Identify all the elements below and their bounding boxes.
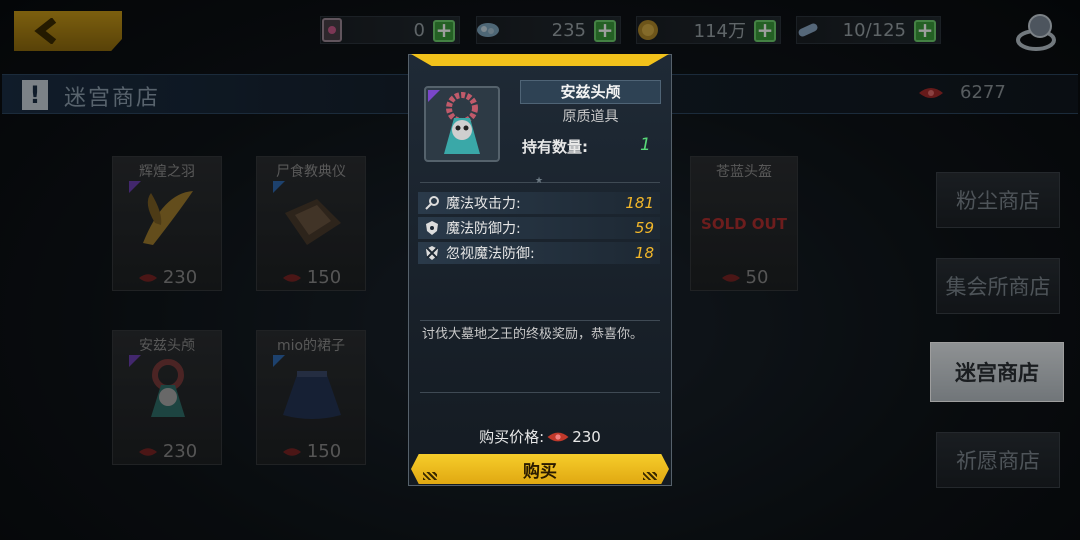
hold-count-value: 1 — [640, 135, 651, 155]
popup-item-type: 原质道具 — [562, 109, 619, 125]
button-stripe — [423, 472, 437, 480]
stat-row-magic-defense: 魔法防御力: 59 — [418, 217, 660, 239]
magic-defense-icon — [426, 221, 438, 235]
popup-top-trim — [411, 54, 669, 66]
ignore-magic-defense-icon — [426, 246, 438, 260]
buy-button[interactable]: 购买 — [411, 454, 669, 484]
divider — [420, 320, 660, 321]
button-stripe — [643, 472, 657, 480]
hold-count-label: 持有数量: — [522, 138, 588, 156]
purchase-price: 购买价格: 230 — [479, 427, 601, 447]
stat-row-magic-attack: 魔法攻击力: 181 — [418, 192, 660, 214]
stat-row-ignore-magic-defense: 忽视魔法防御: 18 — [418, 242, 660, 264]
item-description: 讨伐大墓地之王的终极奖励，恭喜你。 — [422, 327, 644, 342]
maze-currency-icon — [547, 432, 569, 441]
divider — [420, 392, 660, 393]
magic-attack-icon — [425, 196, 439, 210]
item-thumbnail — [424, 86, 500, 162]
popup-item-name: 安兹头颅 — [520, 80, 661, 104]
rarity-corner — [428, 90, 440, 102]
divider-star-icon: ★ — [535, 176, 544, 186]
